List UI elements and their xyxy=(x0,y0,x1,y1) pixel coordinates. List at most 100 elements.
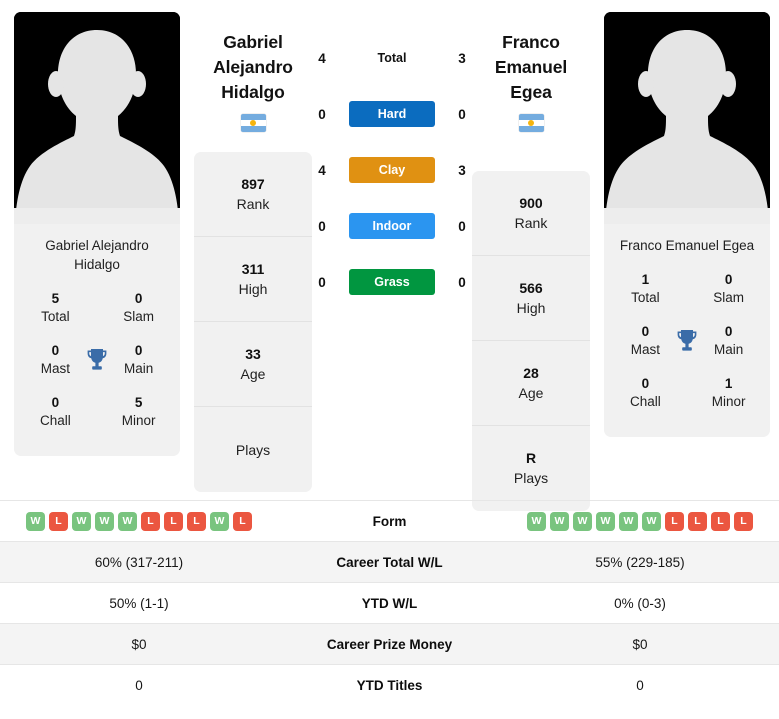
profile-plays-label: Plays xyxy=(513,470,549,486)
stat-mast-value: 0 xyxy=(51,343,60,358)
right-name-line-2: Emanuel Egea xyxy=(494,57,568,102)
right-player-titles: 1 Total 0 Slam 0 Mast 0 Main 0 Chall 1 M… xyxy=(604,265,770,437)
stat-main: 0 Main xyxy=(111,342,166,378)
surface-hard-bar[interactable]: Hard xyxy=(349,101,435,127)
right-ytd-wl: 0% (0-3) xyxy=(614,595,666,611)
left-player-card[interactable]: Gabriel Alejandro Hidalgo 5 Total 0 Slam xyxy=(14,12,180,456)
stat-mast: 0 Mast xyxy=(28,342,83,378)
stat-mast-label: Mast xyxy=(630,342,661,357)
right-profile-stats: 900 Rank 566 High 28 Age R Plays xyxy=(472,171,590,511)
surface-indoor-bar[interactable]: Indoor xyxy=(349,213,435,239)
argentina-flag-icon xyxy=(518,114,544,132)
form-badge-win[interactable]: W xyxy=(527,511,546,531)
profile-stat-plays: R Plays xyxy=(472,426,590,511)
left-profile-stats: 897 Rank 311 High 33 Age Plays xyxy=(194,152,312,492)
stat-minor-value: 5 xyxy=(134,395,143,410)
left-name-line-3: Hidalgo xyxy=(221,82,285,102)
form-badge-win[interactable]: W xyxy=(642,511,661,531)
right-player-card[interactable]: Franco Emanuel Egea 1 Total 0 Slam 0 Mas… xyxy=(604,12,770,437)
surface-clay-right: 3 xyxy=(458,162,466,178)
table-row-form: WLWWWLLLWL Form WWWWWWLLLL xyxy=(0,500,779,541)
right-player-name: Franco Emanuel Egea xyxy=(619,238,755,253)
stat-chall: 0 Chall xyxy=(28,394,83,430)
form-badge-win[interactable]: W xyxy=(26,511,45,531)
form-badge-win[interactable]: W xyxy=(95,511,114,531)
form-badge-win[interactable]: W xyxy=(596,511,615,531)
left-form-badges: WLWWWLLLWL xyxy=(0,511,278,531)
form-badge-loss[interactable]: L xyxy=(141,511,160,531)
form-badge-win[interactable]: W xyxy=(550,511,569,531)
surface-hard-left: 0 xyxy=(318,106,326,122)
left-career-total-wl: 60% (317-211) xyxy=(94,554,184,570)
left-player-photo xyxy=(14,12,180,224)
form-badge-win[interactable]: W xyxy=(210,511,229,531)
stat-minor-label: Minor xyxy=(121,413,156,428)
form-badge-loss[interactable]: L xyxy=(187,511,206,531)
stat-chall-label: Chall xyxy=(40,413,71,428)
argentina-flag-icon xyxy=(240,114,266,132)
form-badge-loss[interactable]: L xyxy=(734,511,753,531)
table-row-career-total-wl: 60% (317-211) Career Total W/L 55% (229-… xyxy=(0,541,779,582)
profile-rank-value: 897 xyxy=(241,175,265,192)
profile-stat-rank: 900 Rank xyxy=(472,171,590,256)
form-badge-win[interactable]: W xyxy=(118,511,137,531)
surface-hard-right: 0 xyxy=(458,106,466,122)
profile-high-value: 566 xyxy=(519,279,543,296)
surface-clay-left: 4 xyxy=(318,162,326,178)
profile-rank-value: 900 xyxy=(519,194,543,211)
form-badge-loss[interactable]: L xyxy=(49,511,68,531)
stat-total: 5 Total xyxy=(28,290,83,326)
stat-total-label: Total xyxy=(631,290,660,305)
stat-minor-label: Minor xyxy=(711,394,746,409)
form-badge-loss[interactable]: L xyxy=(233,511,252,531)
stat-total: 1 Total xyxy=(618,271,673,307)
stat-minor: 5 Minor xyxy=(111,394,166,430)
surface-grass-bar[interactable]: Grass xyxy=(349,269,435,295)
left-career-prize-money: $0 xyxy=(131,636,147,652)
table-row-ytd-titles: 0 YTD Titles 0 xyxy=(0,664,779,705)
surface-indoor-right: 0 xyxy=(458,218,466,234)
left-player-titles: 5 Total 0 Slam 0 Mast 0 Main 0 Chall 5 M… xyxy=(14,284,180,456)
stat-total-label: Total xyxy=(41,309,70,324)
stat-main-value: 0 xyxy=(724,324,733,339)
profile-plays-label: Plays xyxy=(235,441,271,458)
comparison-header: Gabriel Alejandro Hidalgo 5 Total 0 Slam xyxy=(0,0,779,511)
stat-total-value: 1 xyxy=(641,272,650,287)
profile-stat-high: 566 High xyxy=(472,256,590,341)
surface-breakdown: 4 Total 3 0 Hard 0 4 Clay 3 0 Indoor 0 0 xyxy=(312,8,472,310)
form-badge-loss[interactable]: L xyxy=(711,511,730,531)
titles-row-mast-main: 0 Mast 0 Main xyxy=(610,317,764,369)
form-badge-loss[interactable]: L xyxy=(688,511,707,531)
player-comparison-page: Gabriel Alejandro Hidalgo 5 Total 0 Slam xyxy=(0,0,779,719)
stat-total-value: 5 xyxy=(51,291,60,306)
right-player-summary: Franco Emanuel Egea 900 Rank 566 High 28… xyxy=(472,8,590,511)
form-badge-win[interactable]: W xyxy=(72,511,91,531)
surface-row-total: 4 Total 3 xyxy=(312,30,472,86)
surface-clay-bar[interactable]: Clay xyxy=(349,157,435,183)
table-row-ytd-wl: 50% (1-1) YTD W/L 0% (0-3) xyxy=(0,582,779,623)
form-badge-win[interactable]: W xyxy=(619,511,638,531)
right-career-prize-money: $0 xyxy=(632,636,648,652)
left-ytd-wl: 50% (1-1) xyxy=(109,595,169,611)
stat-slam: 0 Slam xyxy=(111,290,166,326)
form-badge-loss[interactable]: L xyxy=(164,511,183,531)
stat-minor-value: 1 xyxy=(724,376,733,391)
right-player-photo xyxy=(604,12,770,224)
stat-chall-value: 0 xyxy=(641,376,650,391)
stat-slam-label: Slam xyxy=(123,309,154,324)
surface-total-label: Total xyxy=(377,51,407,65)
profile-stat-plays: Plays xyxy=(194,407,312,492)
profile-stat-high: 311 High xyxy=(194,237,312,322)
left-player-name: Gabriel Alejandro Hidalgo xyxy=(45,238,149,272)
surface-grass-right: 0 xyxy=(458,274,466,290)
right-career-total-wl: 55% (229-185) xyxy=(595,554,685,570)
surface-grass-left: 0 xyxy=(318,274,326,290)
profile-stat-rank: 897 Rank xyxy=(194,152,312,237)
form-badge-loss[interactable]: L xyxy=(665,511,684,531)
titles-row-total-slam: 1 Total 0 Slam xyxy=(610,265,764,317)
trophy-icon xyxy=(83,348,111,372)
titles-row-chall-minor: 0 Chall 5 Minor xyxy=(20,388,174,440)
form-badge-win[interactable]: W xyxy=(573,511,592,531)
profile-rank-label: Rank xyxy=(236,195,270,212)
profile-age-label: Age xyxy=(240,365,266,382)
